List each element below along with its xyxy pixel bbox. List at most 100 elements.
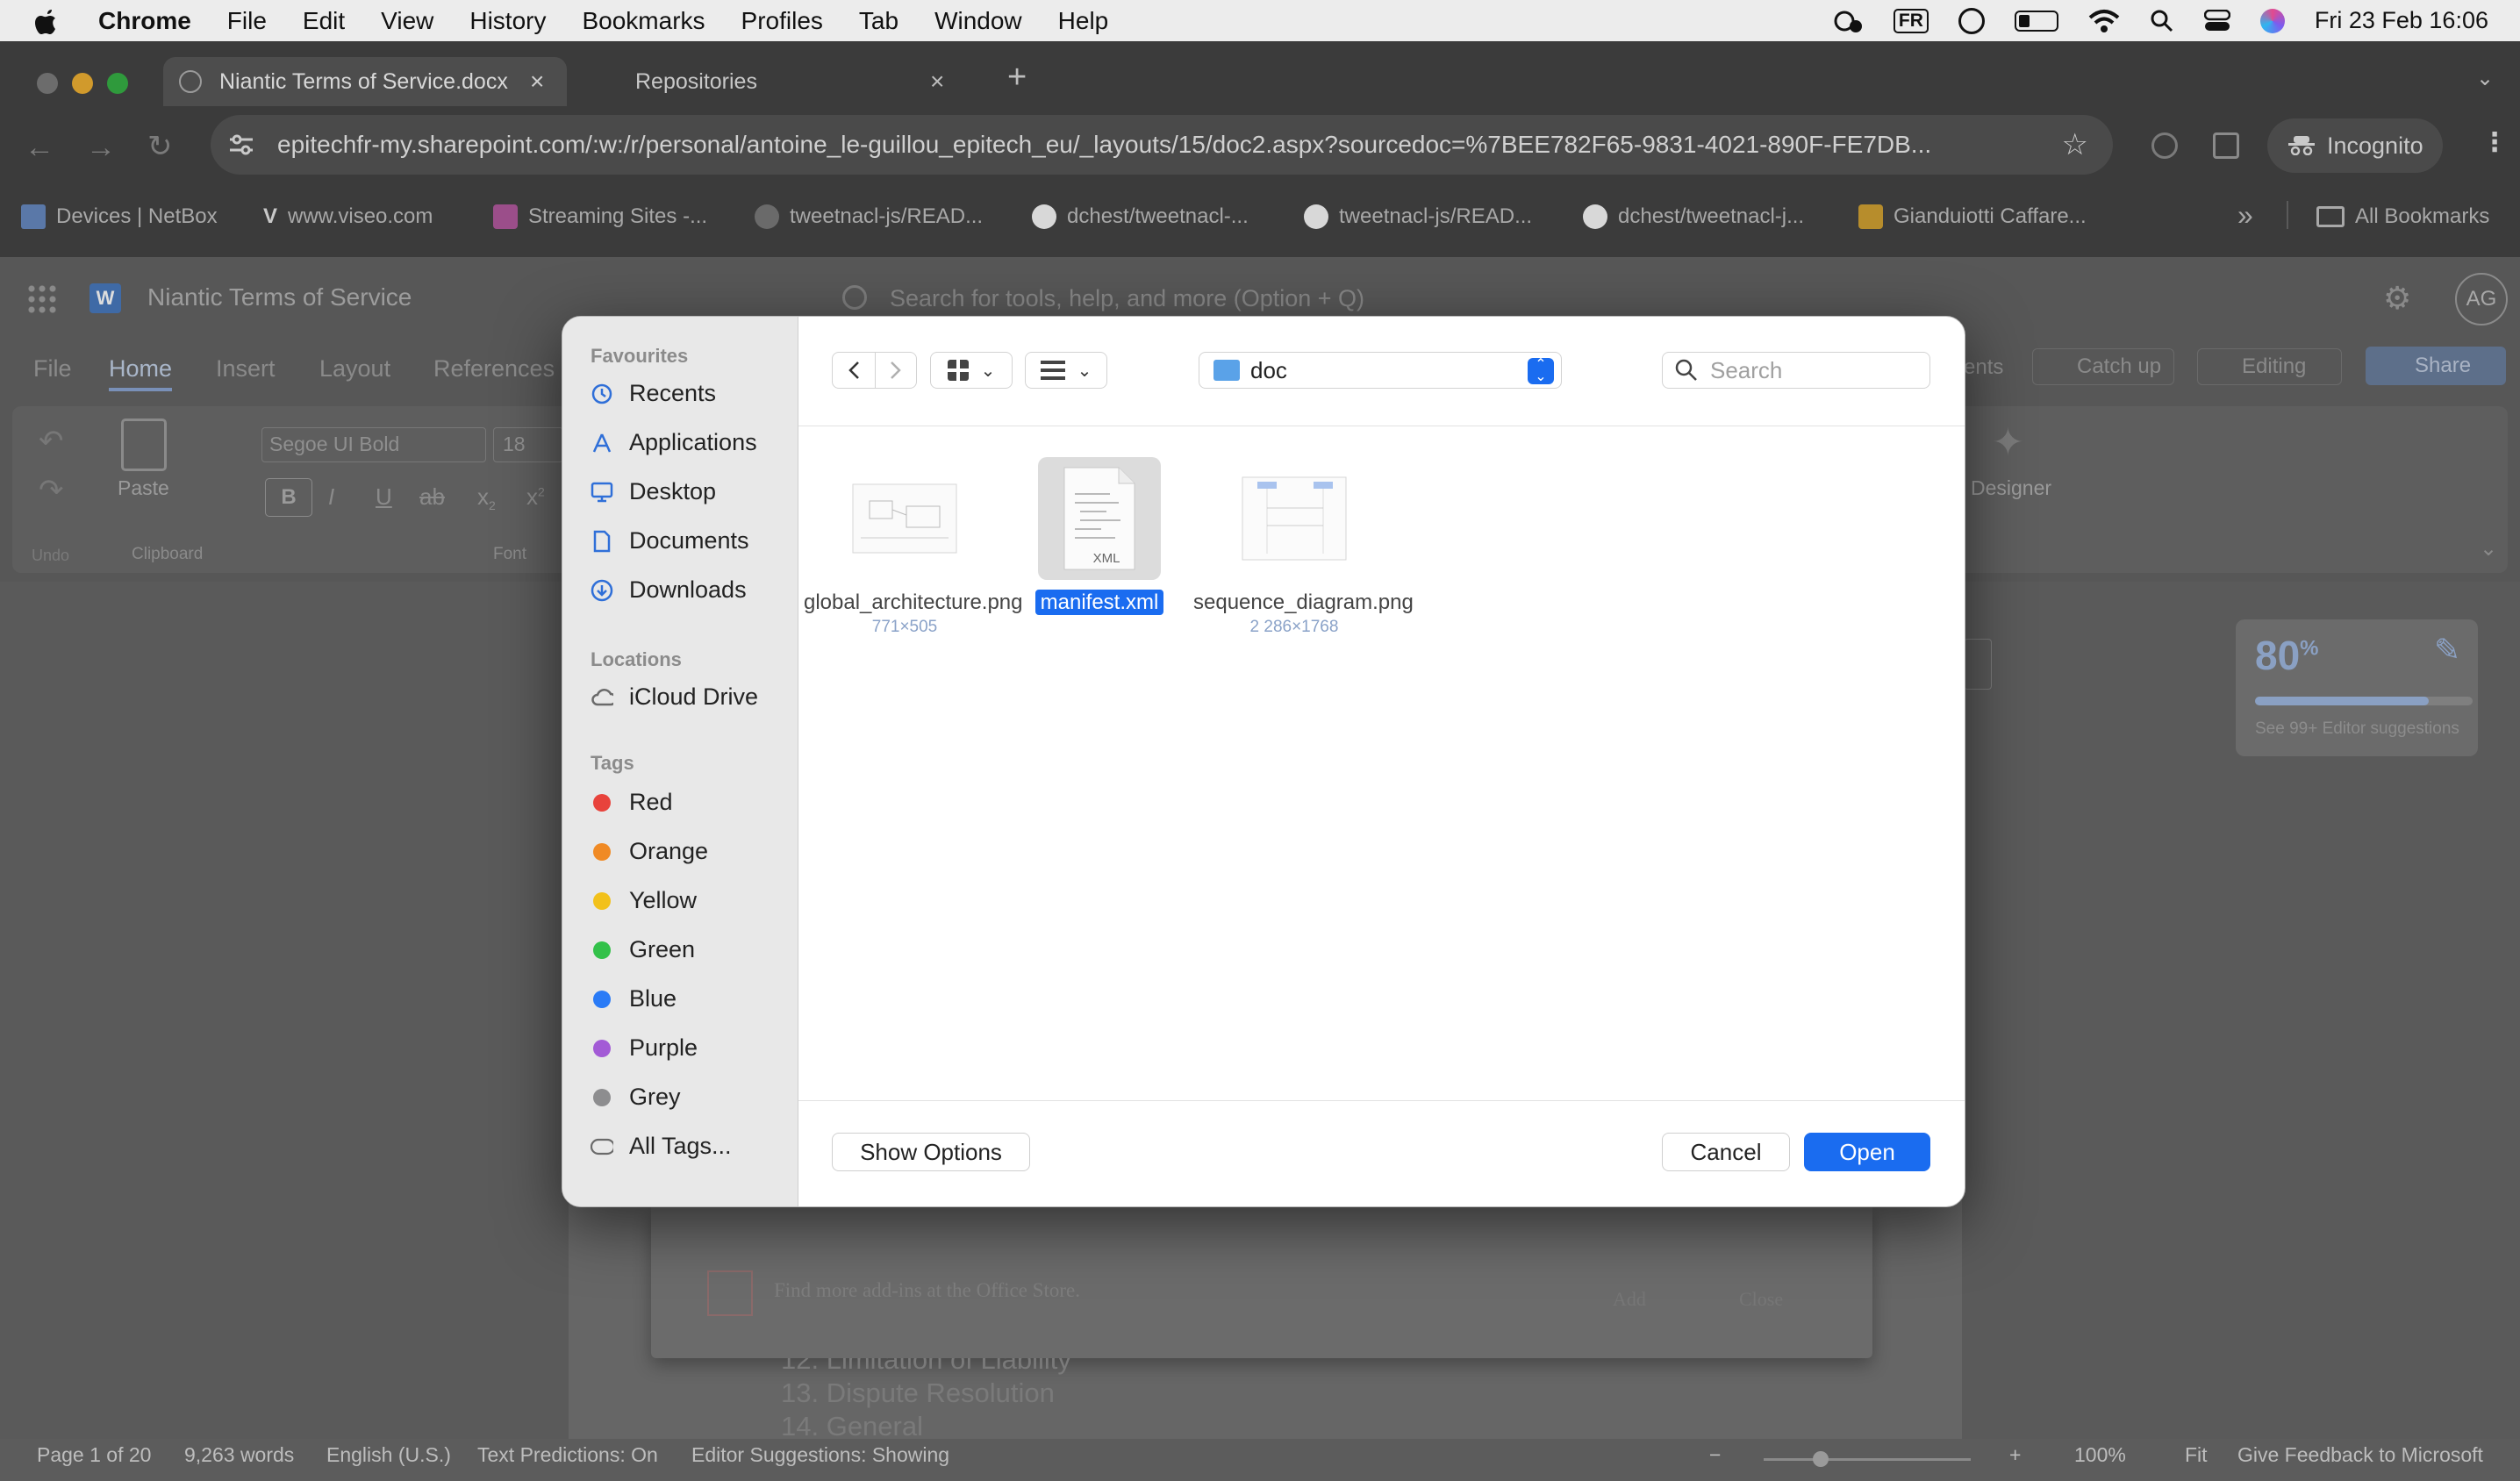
italic-button[interactable]: I [328,483,334,511]
zoom-out-button[interactable]: − [1709,1443,1721,1467]
extension-icon[interactable] [2151,132,2178,159]
status-zoom[interactable]: 100% [2074,1443,2126,1467]
designer-label[interactable]: Designer [1971,476,2051,500]
menu-help[interactable]: Help [1058,7,1109,35]
more-bookmarks-icon[interactable]: » [2237,199,2253,232]
bookmark-item[interactable]: Streaming Sites -... [493,204,707,229]
reload-button[interactable]: ↻ [147,129,173,164]
bookmark-item[interactable]: Vwww.viseo.com [263,204,433,229]
tab-close-icon[interactable]: × [930,68,944,96]
search-field[interactable]: Search [1662,352,1930,389]
status-predictions[interactable]: Text Predictions: On [477,1443,658,1467]
bookmark-item[interactable]: tweetnacl-js/READ... [755,204,983,229]
bold-button[interactable]: B [265,478,312,517]
tab-niantic-terms[interactable]: Niantic Terms of Service.docx × [163,57,567,106]
paste-label[interactable]: Paste [118,476,169,500]
forward-button[interactable]: → [86,131,116,165]
view-mode-button[interactable]: ⌄ [930,352,1013,389]
site-settings-icon[interactable] [228,133,254,156]
focus-status-icon[interactable] [1832,9,1864,33]
bookmark-star-icon[interactable]: ☆ [2062,127,2088,162]
tag-purple[interactable]: Purple [591,1034,698,1062]
sidebar-item-documents[interactable]: Documents [591,527,749,554]
tab-home[interactable]: Home [109,355,173,391]
sidebar-item-recents[interactable]: Recents [591,380,716,407]
status-language[interactable]: English (U.S.) [326,1443,451,1467]
sidebar-item-downloads[interactable]: Downloads [591,576,747,604]
menu-tab[interactable]: Tab [859,7,898,35]
superscript-button[interactable]: x2 [526,483,545,511]
menu-bookmarks[interactable]: Bookmarks [582,7,705,35]
url-text[interactable]: epitechfr-my.sharepoint.com/:w:/r/person… [277,131,2041,159]
zoom-slider[interactable] [1764,1451,1971,1467]
bookmark-item[interactable]: dchest/tweetnacl-j... [1583,204,1804,229]
tab-layout[interactable]: Layout [319,355,390,383]
side-panel-icon[interactable] [2213,132,2239,159]
designer-icon[interactable]: ✦ [1992,420,2024,465]
nav-forward-button[interactable] [875,352,917,389]
status-suggestions[interactable]: Editor Suggestions: Showing [691,1443,949,1467]
bookmark-item[interactable]: tweetnacl-js/READ... [1304,204,1532,229]
wifi-icon[interactable] [2088,9,2120,33]
menu-view[interactable]: View [381,7,433,35]
tag-red[interactable]: Red [591,789,673,816]
tab-references[interactable]: References [433,355,555,383]
control-center-icon[interactable] [2203,9,2231,32]
new-tab-button[interactable]: + [1007,59,1027,97]
menu-file[interactable]: File [227,7,267,35]
clock-datetime[interactable]: Fri 23 Feb 16:06 [2315,7,2488,34]
editor-pen-icon[interactable]: ✎ [2434,632,2460,669]
editor-suggestions-link[interactable]: See 99+ Editor suggestions [2255,719,2459,739]
all-bookmarks-button[interactable]: All Bookmarks [2316,204,2489,229]
tag-grey[interactable]: Grey [591,1084,681,1111]
window-zoom-button[interactable] [107,73,128,94]
word-search-input[interactable]: Search for tools, help, and more (Option… [890,285,1381,312]
redo-icon[interactable]: ↷ [39,473,64,508]
nav-back-button[interactable] [832,352,876,389]
spotlight-search-icon[interactable] [2150,9,2174,33]
tab-file[interactable]: File [33,355,72,383]
font-name-select[interactable]: Segoe UI Bold [261,427,486,462]
tag-blue[interactable]: Blue [591,985,677,1012]
addin-close-button[interactable]: Close [1739,1288,1783,1311]
incognito-chip[interactable]: Incognito [2267,118,2443,173]
tab-repositories[interactable]: Repositories × [605,57,974,106]
editing-mode-button[interactable]: Editing [2197,348,2343,385]
undo-icon[interactable]: ↶ [39,424,64,459]
input-source-badge[interactable]: FR [1893,8,1929,33]
catch-up-button[interactable]: Catch up [2032,348,2175,385]
sidebar-item-desktop[interactable]: Desktop [591,478,716,505]
bookmark-item[interactable]: Devices | NetBox [21,204,218,229]
window-close-button[interactable] [37,73,58,94]
back-button[interactable]: ← [25,131,54,165]
show-options-button[interactable]: Show Options [832,1133,1030,1171]
underline-button[interactable]: U [376,483,392,511]
tab-search-chevron-icon[interactable]: ⌄ [2476,66,2494,91]
zoom-slider-thumb[interactable] [1813,1451,1829,1467]
address-bar[interactable]: epitechfr-my.sharepoint.com/:w:/r/person… [211,115,2113,175]
user-account-icon[interactable] [1958,7,1985,34]
addins-store-text[interactable]: Find more add-ins at the Office Store. [774,1279,1080,1302]
status-feedback[interactable]: Give Feedback to Microsoft [2237,1443,2483,1467]
tab-close-icon[interactable]: × [530,68,544,96]
group-by-button[interactable]: ⌄ [1025,352,1107,389]
strikethrough-button[interactable]: ab [419,483,445,511]
apple-icon[interactable] [35,8,60,34]
file-item-manifest-xml[interactable]: XML manifest.xml [999,457,1200,616]
subscript-button[interactable]: x2 [477,483,496,512]
status-words[interactable]: 9,263 words [184,1443,294,1467]
location-popup[interactable]: doc ⌃ ⌄ [1199,352,1562,389]
app-launcher-icon[interactable] [26,283,56,313]
chrome-menu-icon[interactable]: ⋮ [2481,127,2508,158]
file-item-global-architecture[interactable]: global_architecture.png 771×505 [804,457,1023,637]
window-minimize-button[interactable] [72,73,93,94]
status-fit[interactable]: Fit [2185,1443,2208,1467]
status-page[interactable]: Page 1 of 20 [37,1443,151,1467]
settings-gear-icon[interactable]: ⚙ [2383,280,2411,317]
share-button[interactable]: Share [2366,347,2507,385]
sidebar-item-applications[interactable]: Applications [591,429,757,456]
tag-orange[interactable]: Orange [591,838,708,865]
bookmark-item[interactable]: dchest/tweetnacl-... [1032,204,1249,229]
cancel-button[interactable]: Cancel [1662,1133,1790,1171]
menu-window[interactable]: Window [934,7,1022,35]
